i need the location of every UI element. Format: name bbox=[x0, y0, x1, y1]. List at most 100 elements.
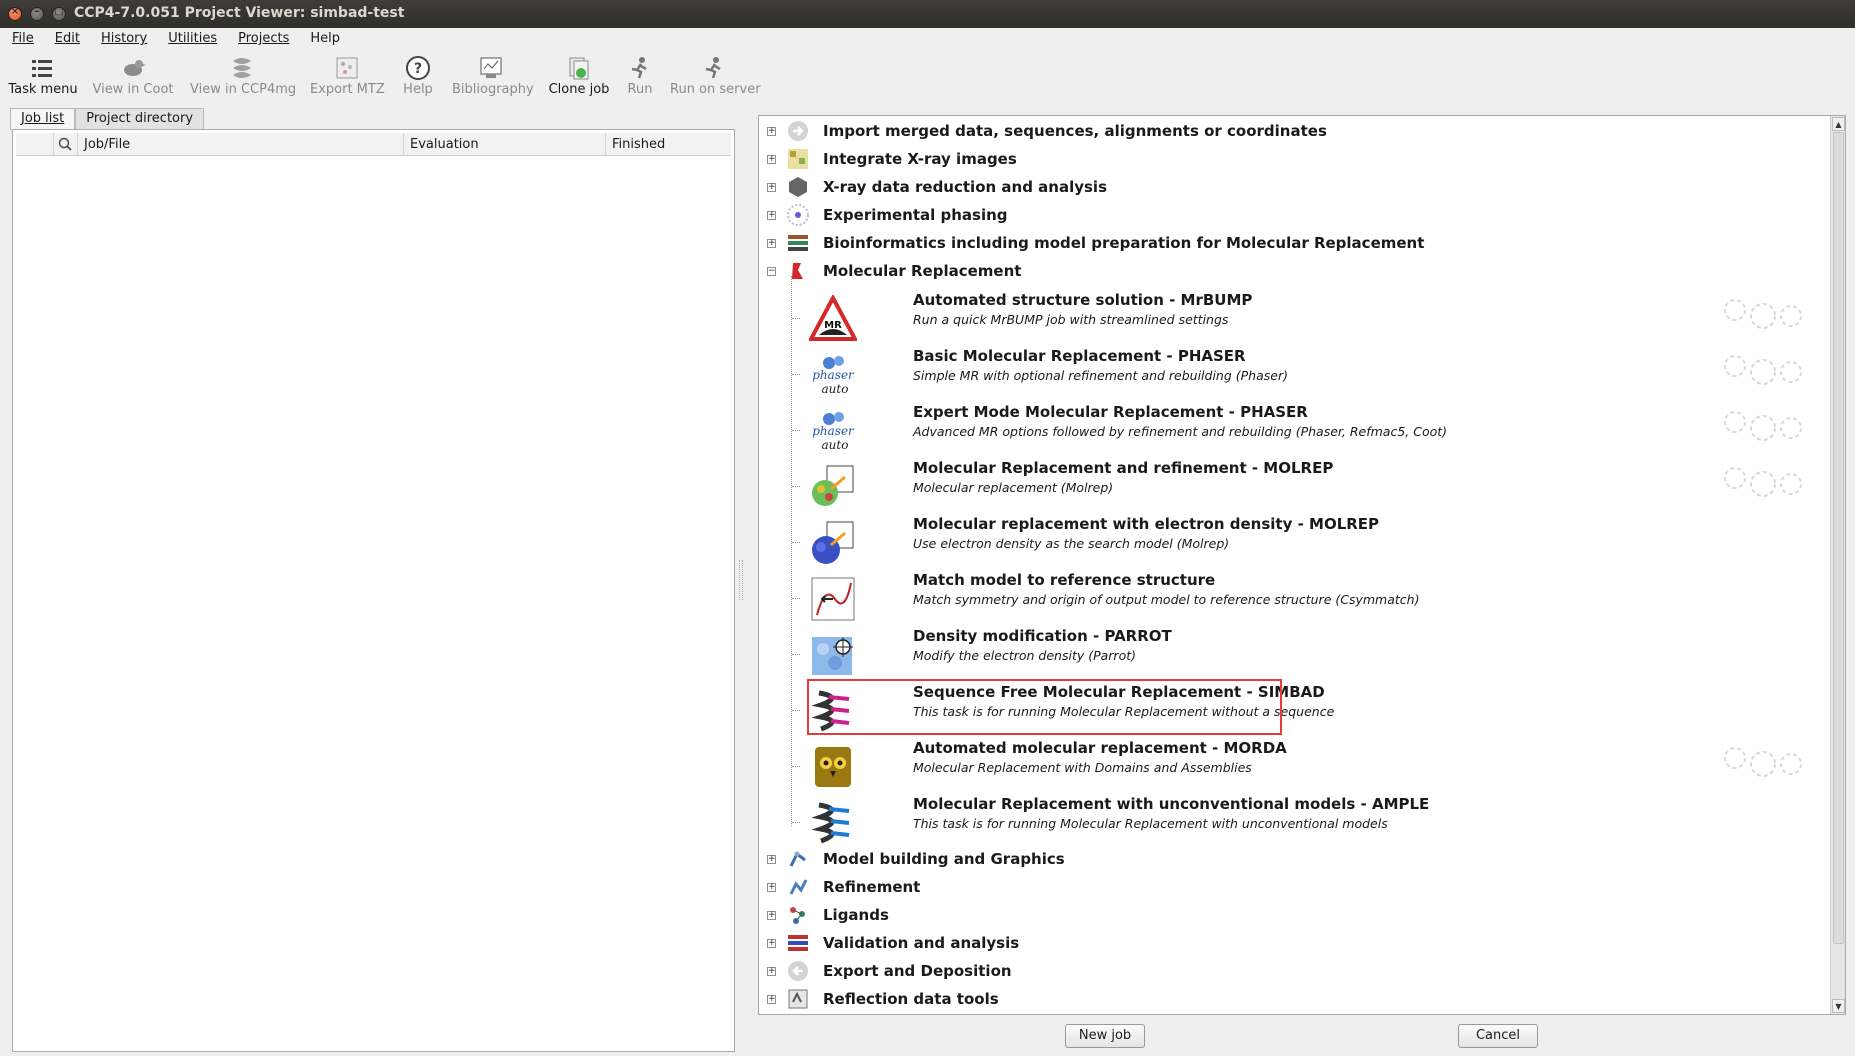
svg-text:phaser: phaser bbox=[812, 368, 855, 382]
cancel-button[interactable]: Cancel bbox=[1458, 1024, 1538, 1048]
refinement-icon bbox=[787, 876, 809, 898]
col-evaluation-header[interactable]: Evaluation bbox=[404, 133, 606, 156]
menu-history[interactable]: History bbox=[89, 28, 156, 50]
ample-helix-icon bbox=[809, 799, 857, 847]
export-arrow-icon bbox=[787, 960, 809, 982]
task-tree-panel[interactable]: + Import merged data, sequences, alignme… bbox=[758, 115, 1846, 1015]
close-window-button[interactable]: × bbox=[8, 6, 22, 21]
csymmatch-icon bbox=[809, 575, 857, 623]
task-menu-button[interactable]: Task menu bbox=[8, 54, 78, 97]
scroll-down-icon[interactable]: ▼ bbox=[1832, 999, 1845, 1013]
window-title: CCP4-7.0.051 Project Viewer: simbad-test bbox=[74, 5, 405, 21]
view-in-ccp4mg-button[interactable]: View in CCP4mg bbox=[190, 54, 296, 97]
run-button[interactable]: Run bbox=[625, 54, 655, 97]
model-building-icon bbox=[787, 848, 809, 870]
phasing-icon bbox=[787, 204, 809, 226]
search-icon bbox=[58, 137, 72, 155]
gears-icon bbox=[1724, 467, 1802, 497]
task-morda[interactable]: Automated molecular replacement - MORDA … bbox=[792, 739, 1799, 795]
gears-icon bbox=[1724, 299, 1802, 329]
toolbar: Task menu View in Coot View in CCP4mg Ex… bbox=[0, 50, 1855, 102]
reflection-tools-icon bbox=[787, 988, 809, 1010]
left-tabs: Job list Project directory bbox=[10, 108, 205, 130]
task-parrot[interactable]: Density modification - PARROT Modify the… bbox=[792, 627, 1799, 683]
gears-icon bbox=[1724, 411, 1802, 441]
menu-edit[interactable]: Edit bbox=[43, 28, 89, 50]
expand-icon[interactable]: + bbox=[767, 995, 776, 1004]
minimize-icon: – bbox=[34, 6, 40, 17]
expand-icon[interactable]: + bbox=[767, 211, 776, 220]
expand-icon[interactable]: + bbox=[767, 855, 776, 864]
task-ample[interactable]: Molecular Replacement with unconventiona… bbox=[792, 795, 1799, 851]
task-phaser-basic[interactable]: phaser auto Basic Molecular Replacement -… bbox=[792, 347, 1799, 403]
tab-job-list[interactable]: Job list bbox=[10, 108, 76, 130]
expand-icon[interactable]: + bbox=[767, 911, 776, 920]
task-mrbump[interactable]: MR Automated structure solution - MrBUMP… bbox=[792, 291, 1799, 347]
export-mtz-icon bbox=[310, 54, 384, 82]
expand-icon[interactable]: + bbox=[767, 239, 776, 248]
task-csymmatch[interactable]: Match model to reference structure Match… bbox=[792, 571, 1799, 627]
ccp4mg-icon bbox=[190, 54, 294, 82]
bibliography-icon bbox=[452, 54, 530, 82]
svg-text:MR: MR bbox=[824, 320, 842, 331]
morda-owl-icon bbox=[809, 743, 857, 791]
menu-file[interactable]: File bbox=[0, 28, 43, 50]
menu-help[interactable]: Help bbox=[298, 28, 349, 50]
collapse-icon[interactable]: − bbox=[767, 267, 776, 276]
validation-icon bbox=[787, 932, 809, 954]
simbad-highlight-box bbox=[807, 679, 1282, 735]
window-titlebar: × – □ CCP4-7.0.051 Project Viewer: simba… bbox=[0, 0, 1855, 28]
help-question-icon: ? bbox=[400, 54, 436, 82]
menu-utilities[interactable]: Utilities bbox=[156, 28, 226, 50]
help-button[interactable]: ? Help bbox=[400, 54, 436, 97]
clone-job-icon bbox=[548, 54, 610, 82]
view-in-coot-button[interactable]: View in Coot bbox=[92, 54, 174, 97]
expand-icon[interactable]: + bbox=[767, 183, 776, 192]
maximize-window-button[interactable]: □ bbox=[52, 6, 66, 21]
molrep-density-icon bbox=[809, 519, 857, 567]
parrot-icon bbox=[809, 631, 857, 679]
gears-icon bbox=[1724, 747, 1802, 777]
menu-projects[interactable]: Projects bbox=[226, 28, 298, 50]
svg-text:auto: auto bbox=[822, 382, 849, 396]
phaser-auto-icon: phaser auto bbox=[809, 407, 857, 455]
menubar: File Edit History Utilities Projects Hel… bbox=[0, 28, 1855, 50]
expand-icon[interactable]: + bbox=[767, 155, 776, 164]
export-mtz-button[interactable]: Export MTZ bbox=[310, 54, 385, 97]
scroll-thumb[interactable] bbox=[1833, 132, 1844, 944]
new-job-button[interactable]: New job bbox=[1065, 1024, 1145, 1048]
maximize-icon: □ bbox=[54, 6, 64, 17]
task-molrep-density[interactable]: Molecular replacement with electron dens… bbox=[792, 515, 1799, 571]
search-column-header[interactable] bbox=[54, 133, 78, 156]
bibliography-button[interactable]: Bibliography bbox=[452, 54, 534, 97]
scroll-up-icon[interactable]: ▲ bbox=[1832, 117, 1845, 131]
import-arrow-icon bbox=[787, 120, 809, 142]
task-phaser-expert[interactable]: phaser auto Expert Mode Molecular Replace… bbox=[792, 403, 1799, 459]
run-on-server-button[interactable]: Run on server bbox=[670, 54, 761, 97]
expand-icon[interactable]: + bbox=[767, 883, 776, 892]
svg-text:?: ? bbox=[414, 61, 422, 77]
col-jobfile-header[interactable]: Job/File bbox=[78, 133, 404, 156]
col-finished-header[interactable]: Finished bbox=[606, 133, 731, 156]
expand-icon[interactable]: + bbox=[767, 127, 776, 136]
coot-bird-icon bbox=[92, 54, 174, 82]
expand-icon[interactable]: + bbox=[767, 967, 776, 976]
task-menu-icon bbox=[8, 54, 78, 82]
panel-splitter-handle[interactable] bbox=[739, 560, 743, 600]
svg-text:auto: auto bbox=[822, 438, 849, 452]
data-reduction-icon bbox=[787, 176, 809, 198]
tab-project-directory[interactable]: Project directory bbox=[75, 108, 205, 129]
job-list-panel[interactable]: Job/File Evaluation Finished bbox=[12, 129, 735, 1052]
run-icon bbox=[625, 54, 655, 82]
minimize-window-button[interactable]: – bbox=[30, 6, 44, 21]
bioinformatics-icon bbox=[787, 232, 809, 254]
expand-icon[interactable]: + bbox=[767, 939, 776, 948]
task-molrep[interactable]: Molecular Replacement and refinement - M… bbox=[792, 459, 1799, 515]
clone-job-button[interactable]: Clone job bbox=[548, 54, 610, 97]
svg-text:phaser: phaser bbox=[812, 424, 855, 438]
run-server-icon bbox=[670, 54, 758, 82]
phaser-auto-icon: phaser auto bbox=[809, 351, 857, 399]
job-table-header: Job/File Evaluation Finished bbox=[16, 133, 731, 156]
tree-scrollbar[interactable]: ▲ ▼ bbox=[1830, 116, 1845, 1014]
col-spacer bbox=[16, 133, 54, 156]
